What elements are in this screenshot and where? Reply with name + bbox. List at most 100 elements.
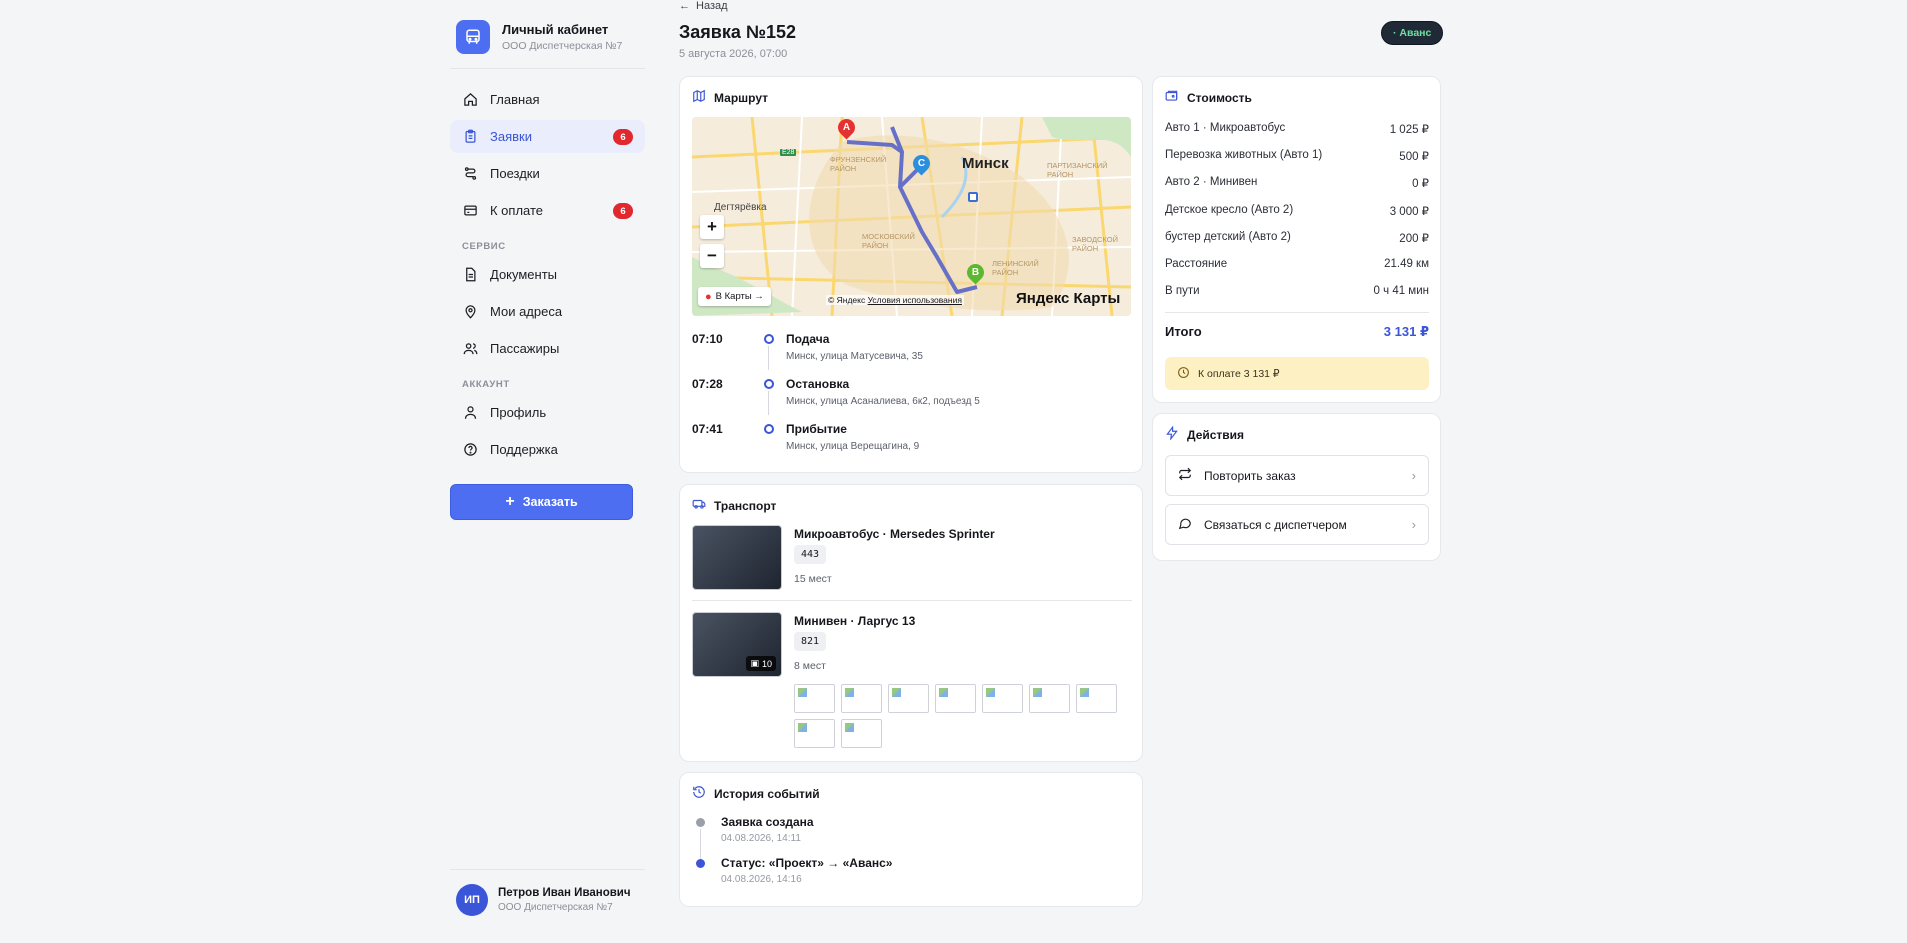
repeat-icon (1178, 467, 1192, 484)
cost-row: Авто 1 · Микроавтобус 1 025 ₽ (1165, 122, 1429, 136)
sidebar-item-trips[interactable]: Поездки (450, 157, 645, 190)
vehicle-photo[interactable] (692, 525, 782, 590)
total-value: 3 131 ₽ (1383, 324, 1429, 339)
sidebar-item-support[interactable]: Поддержка (450, 433, 645, 466)
cost-label: Авто 2 · Минивен (1165, 176, 1258, 188)
section-label-service: СЕРВИС (462, 241, 506, 252)
sidebar-item-label: Мои адреса (490, 304, 563, 319)
photo-thumbnails (794, 684, 1124, 748)
sidebar-item-addresses[interactable]: Мои адреса (450, 295, 645, 328)
order-button-label: Заказать (522, 495, 578, 509)
sidebar-item-label: Заявки (490, 129, 532, 144)
sidebar-item-passengers[interactable]: Пассажиры (450, 332, 645, 365)
photo-thumbnail[interactable] (982, 684, 1023, 713)
section-label-account: АККАУНТ (462, 379, 510, 390)
brand-title: Личный кабинет (502, 22, 609, 37)
sidebar-item-label: Профиль (490, 405, 547, 420)
repeat-order-label: Повторить заказ (1204, 468, 1296, 483)
user-profile[interactable]: ИП Петров Иван Иванович ООО Диспетчерска… (450, 869, 645, 916)
copyright-text: © Яндекс (828, 295, 866, 305)
document-icon (462, 267, 478, 283)
timeline-row: 07:28 Остановка Минск, улица Асаналиева,… (692, 375, 1132, 420)
cost-row: Расстояние 21.49 км (1165, 258, 1429, 270)
history-card-header: История событий (680, 773, 1142, 802)
stop-address: Минск, улица Матусевича, 35 (786, 351, 923, 362)
sidebar-item-documents[interactable]: Документы (450, 258, 645, 291)
map-place-label: Дегтярёвка (714, 202, 767, 213)
transport-card: Транспорт Микроавтобус · Mersedes Sprint… (679, 484, 1143, 762)
vehicle-photo[interactable]: ▣ 10 (692, 612, 782, 677)
map-district-label: ПАРТИЗАНСКИЙ РАЙОН (1047, 161, 1108, 179)
zoom-out-button[interactable]: − (700, 244, 724, 268)
map-marker-b-label: B (971, 267, 980, 278)
count-badge: 6 (613, 203, 633, 219)
event-title: Заявка создана (721, 815, 814, 829)
page-title: Заявка №152 (679, 22, 796, 42)
actions-card: Действия Повторить заказ › Связаться с д… (1152, 413, 1441, 561)
sidebar-item-label: Главная (490, 92, 540, 107)
vehicle-seats: 8 мест (794, 660, 826, 672)
event-dot (696, 818, 705, 827)
sidebar-item-profile[interactable]: Профиль (450, 396, 645, 429)
cost-row: Перевозка животных (Авто 1) 500 ₽ (1165, 149, 1429, 163)
timeline-dot (764, 379, 774, 389)
event-dot (696, 859, 705, 868)
back-label: Назад (696, 0, 728, 12)
cost-value: 21.49 км (1384, 258, 1429, 270)
map-district-label: ФРУНЗЕНСКИЙ РАЙОН (830, 155, 887, 173)
map-district-label: ЛЕНИНСКИЙ РАЙОН (992, 259, 1039, 277)
repeat-order-button[interactable]: Повторить заказ › (1165, 455, 1429, 496)
sidebar-item-payment[interactable]: К оплате 6 (450, 194, 645, 227)
event-line (700, 829, 701, 859)
bus-icon (456, 20, 490, 54)
cost-value: 0 ч 41 мин (1373, 285, 1429, 297)
cost-card-title: Стоимость (1187, 90, 1252, 105)
photo-thumbnail[interactable] (794, 719, 835, 748)
photo-count: 10 (761, 658, 772, 669)
zoom-in-button[interactable]: + (700, 215, 724, 239)
timeline-row: 07:41 Прибытие Минск, улица Верещагина, … (692, 420, 1132, 465)
contact-dispatcher-button[interactable]: Связаться с диспетчером › (1165, 504, 1429, 545)
arrow-left-icon: ← (679, 0, 690, 12)
sidebar-item-home[interactable]: Главная (450, 83, 645, 116)
stop-address: Минск, улица Асаналиева, 6к2, подъезд 5 (786, 396, 980, 407)
total-label: Итого (1165, 324, 1202, 339)
photo-thumbnail[interactable] (888, 684, 929, 713)
help-icon (462, 442, 478, 458)
sidebar-item-label: Пассажиры (490, 341, 560, 356)
sidebar: Личный кабинет ООО Диспетчерская №7 Глав… (450, 14, 645, 919)
cost-row: Детское кресло (Авто 2) 3 000 ₽ (1165, 204, 1429, 218)
back-link[interactable]: ← Назад (679, 0, 728, 12)
sidebar-item-label: Документы (490, 267, 558, 282)
actions-card-title: Действия (1187, 427, 1245, 442)
sidebar-item-label: Поездки (490, 166, 540, 181)
timeline-row: 07:10 Подача Минск, улица Матусевича, 35 (692, 330, 1132, 375)
route-map[interactable]: Минск ФРУНЗЕНСКИЙ РАЙОН ПАРТИЗАНСКИЙ РАЙ… (692, 117, 1131, 316)
clipboard-icon (462, 129, 478, 145)
user-icon (462, 405, 478, 421)
wallet-icon (1165, 89, 1179, 106)
cost-card: Стоимость Авто 1 · Микроавтобус 1 025 ₽ П… (1152, 76, 1441, 403)
avatar: ИП (456, 884, 488, 916)
cost-label: Авто 1 · Микроавтобус (1165, 122, 1286, 134)
image-icon: ▣ (750, 658, 759, 668)
map-terms-link[interactable]: Условия использования (868, 295, 962, 305)
order-button[interactable]: + Заказать (450, 484, 633, 520)
vehicle-plate: 443 (794, 545, 827, 564)
vehicle-name: Минивен · Ларгус 13 (794, 614, 916, 628)
open-in-maps-button[interactable]: ● В Карты → (698, 287, 771, 306)
plus-icon: + (505, 493, 515, 510)
photo-thumbnail[interactable] (935, 684, 976, 713)
sidebar-item-orders[interactable]: Заявки 6 (450, 120, 645, 153)
photo-thumbnail[interactable] (794, 684, 835, 713)
map-district-label: ЗАВОДСКОЙ РАЙОН (1072, 235, 1118, 253)
timeline-line (768, 391, 769, 415)
metro-icon (968, 192, 978, 202)
photo-thumbnail[interactable] (841, 684, 882, 713)
yandex-maps-logo: Яндекс Карты (1016, 290, 1121, 307)
photo-thumbnail[interactable] (1029, 684, 1070, 713)
stop-address: Минск, улица Верещагина, 9 (786, 441, 920, 452)
photo-thumbnail[interactable] (1076, 684, 1117, 713)
photo-thumbnail[interactable] (841, 719, 882, 748)
cost-row: В пути 0 ч 41 мин (1165, 285, 1429, 297)
